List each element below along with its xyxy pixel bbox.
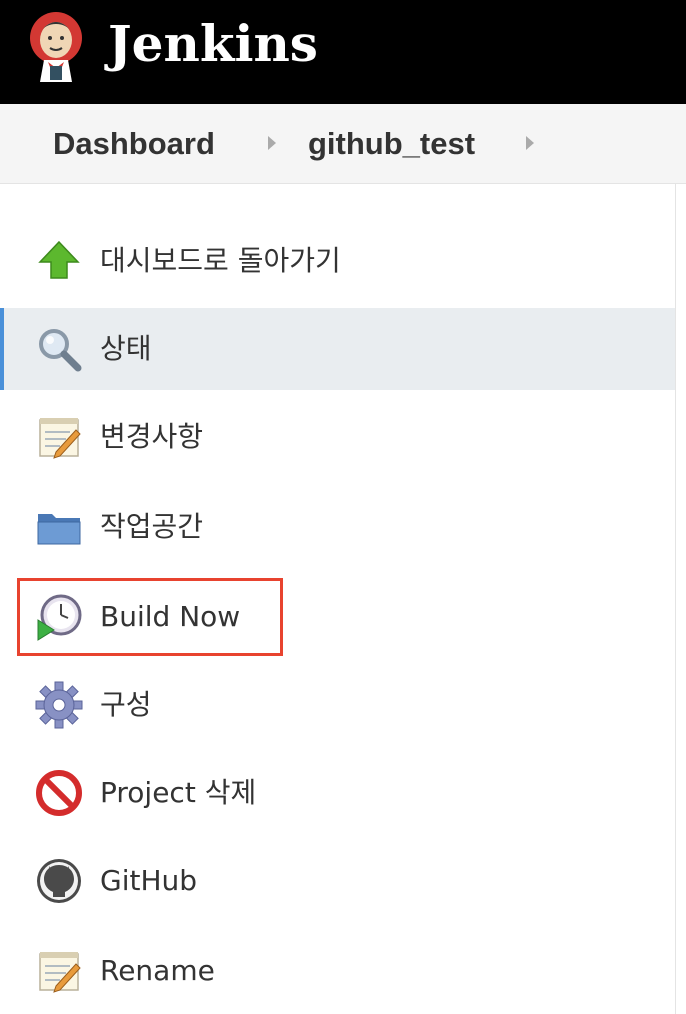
sidebar-item-label: 변경사항 (100, 420, 204, 453)
sidebar-item-label: GitHub (100, 864, 198, 897)
sidebar-item-rename[interactable]: Rename (0, 930, 675, 1012)
up-arrow-icon (38, 240, 80, 279)
sidebar-item-back-to-dashboard[interactable]: 대시보드로 돌아가기 (0, 220, 675, 302)
github-icon (37, 859, 81, 903)
top-header: Jenkins (0, 0, 686, 104)
app-title[interactable]: Jenkins (108, 14, 318, 74)
sidebar-item-build-now[interactable]: Build Now (0, 576, 675, 658)
chevron-right-icon[interactable] (526, 136, 534, 150)
sidebar-item-delete-project[interactable]: Project 삭제 (0, 752, 675, 834)
build-clock-icon (37, 594, 82, 641)
sidebar-item-label: Project 삭제 (100, 776, 257, 809)
sidebar-item-github[interactable]: GitHub (0, 840, 675, 922)
sidebar-item-label: 작업공간 (100, 510, 204, 543)
notepad-icon (39, 418, 81, 459)
sidebar-item-status[interactable]: 상태 (0, 308, 675, 390)
sidebar-item-label: Rename (100, 954, 215, 987)
sidebar-item-workspace[interactable]: 작업공간 (0, 486, 675, 568)
no-entry-icon (36, 770, 82, 816)
content-divider (675, 184, 686, 1014)
sidebar-item-label: 상태 (100, 332, 152, 365)
sidebar-item-changes[interactable]: 변경사항 (0, 396, 675, 478)
sidebar-item-label: 대시보드로 돌아가기 (100, 244, 341, 277)
breadcrumb-dashboard[interactable]: Dashboard (53, 104, 215, 184)
notepad-icon (39, 952, 81, 993)
chevron-right-icon[interactable] (268, 136, 276, 150)
breadcrumb: Dashboard github_test (0, 104, 686, 184)
jenkins-logo-icon[interactable] (26, 10, 86, 82)
magnifier-icon (39, 329, 82, 372)
folder-icon (37, 514, 81, 545)
sidebar-item-label: Build Now (100, 600, 241, 633)
sidebar-item-configure[interactable]: 구성 (0, 664, 675, 746)
gear-icon (35, 681, 83, 729)
sidebar-item-label: 구성 (100, 688, 152, 721)
breadcrumb-github-test[interactable]: github_test (308, 104, 475, 184)
